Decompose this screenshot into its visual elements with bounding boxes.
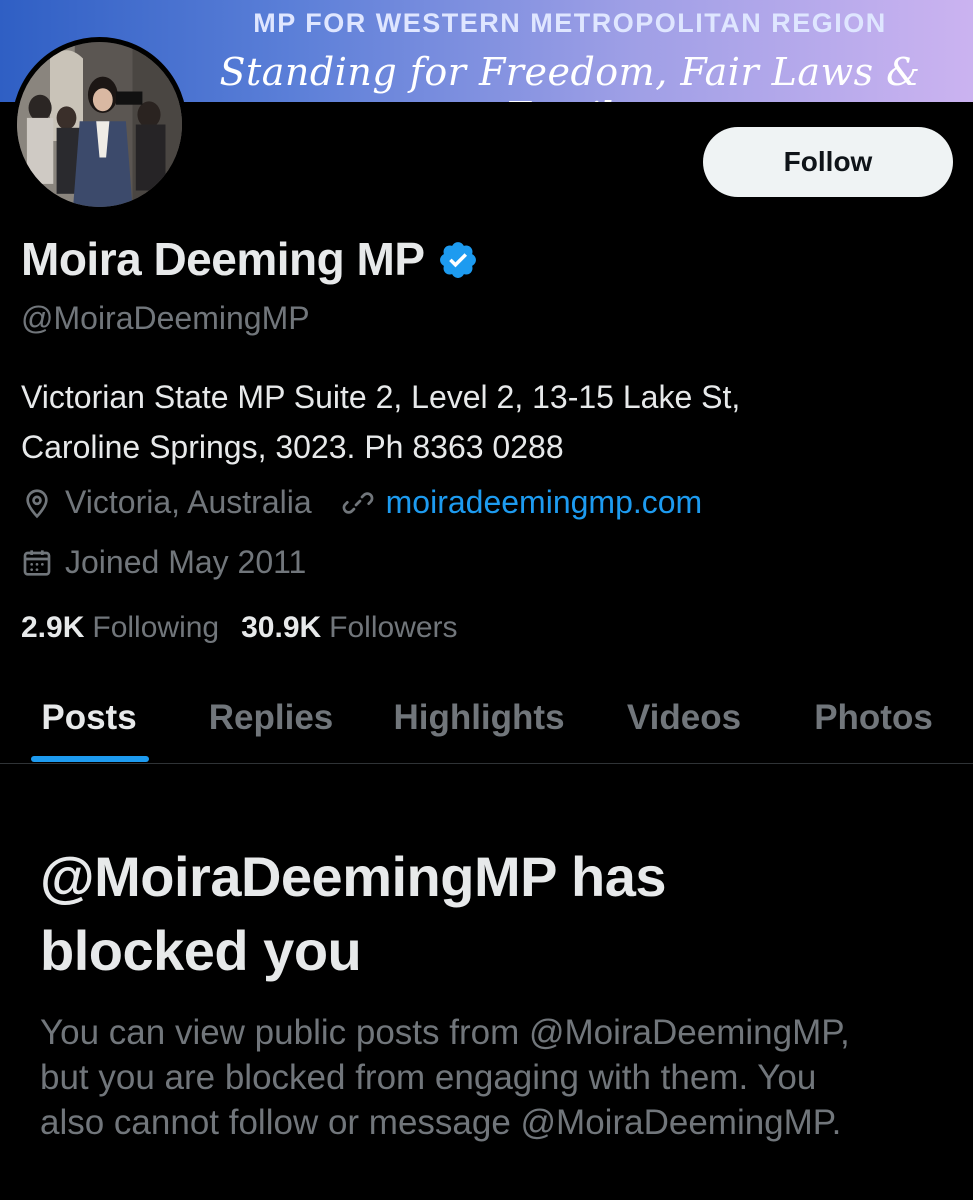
avatar[interactable]	[12, 37, 187, 212]
follow-button[interactable]: Follow	[703, 127, 953, 197]
tab-photos[interactable]: Photos	[774, 672, 973, 764]
verified-badge-icon[interactable]	[437, 238, 479, 280]
tab-videos[interactable]: Videos	[594, 672, 774, 764]
active-tab-indicator	[31, 756, 149, 762]
following-count-link[interactable]: 2.9K Following	[21, 611, 219, 645]
display-name-row: Moira Deeming MP	[21, 232, 479, 286]
profile-bio: Victorian State MP Suite 2, Level 2, 13-…	[21, 372, 951, 472]
following-count: 2.9K	[21, 611, 85, 644]
tab-replies[interactable]: Replies	[178, 672, 364, 764]
blocked-description-line: also cannot follow or message @MoiraDeem…	[40, 1103, 842, 1142]
website-group[interactable]: moiradeemingmp.com	[342, 484, 703, 521]
followers-count-link[interactable]: 30.9K Followers	[241, 611, 457, 645]
profile-handle: @MoiraDeemingMP	[21, 300, 310, 336]
follow-counts: 2.9K Following 30.9K Followers	[21, 611, 480, 645]
bio-line: Victorian State MP Suite 2, Level 2, 13-…	[21, 379, 741, 415]
blocked-heading-line: @MoiraDeemingMP has	[40, 845, 667, 908]
bio-line: Caroline Springs, 3023. Ph 8363 0288	[21, 429, 564, 465]
tab-highlights[interactable]: Highlights	[364, 672, 594, 764]
followers-label: Followers	[329, 611, 458, 644]
link-icon	[342, 487, 374, 519]
blocked-description: You can view public posts from @MoiraDee…	[40, 1010, 940, 1145]
banner-slogan: Standing for Freedom, Fair Laws & Family	[219, 50, 921, 102]
following-label: Following	[92, 611, 220, 644]
followers-count: 30.9K	[241, 611, 322, 644]
website-link[interactable]: moiradeemingmp.com	[386, 484, 703, 521]
calendar-icon	[21, 547, 53, 579]
profile-joined-row: Joined May 2011	[21, 544, 306, 581]
profile-location: Victoria, Australia	[65, 484, 312, 520]
blocked-description-line: You can view public posts from @MoiraDee…	[40, 1013, 850, 1052]
location-pin-icon	[21, 487, 53, 519]
joined-date: Joined May 2011	[65, 544, 307, 580]
banner-title: MP FOR WESTERN METROPOLITAN REGION	[253, 8, 887, 38]
blocked-heading: @MoiraDeemingMP has blocked you	[40, 840, 940, 988]
blocked-description-line: but you are blocked from engaging with t…	[40, 1058, 817, 1097]
tab-posts[interactable]: Posts	[0, 672, 178, 764]
display-name: Moira Deeming MP	[21, 233, 425, 285]
profile-meta-row: Victoria, Australia moiradeemingmp.com	[21, 484, 702, 521]
profile-tabs: Posts Replies Highlights Videos Photos	[0, 672, 973, 764]
blocked-heading-line: blocked you	[40, 919, 362, 982]
